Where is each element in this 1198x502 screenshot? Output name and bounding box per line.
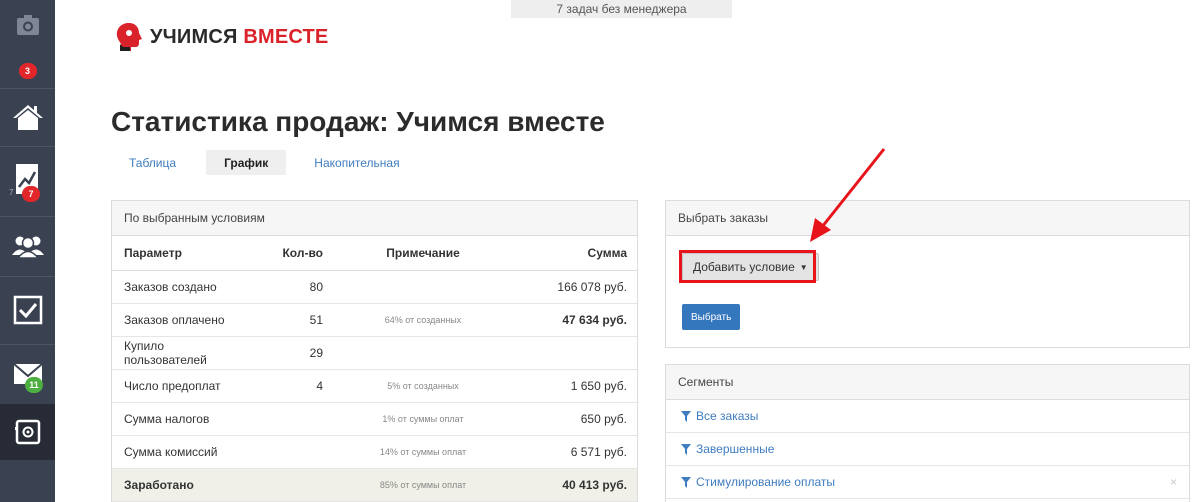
row-count: 80	[241, 270, 341, 304]
tasks-checkbox-icon	[13, 295, 42, 325]
left-sidebar: 3 7 7 11	[0, 0, 55, 502]
filter-icon	[681, 410, 691, 422]
row-count: 29	[241, 336, 341, 370]
segment-label: Стимулирование оплаты	[696, 475, 835, 489]
row-param: Купило пользователей	[112, 336, 241, 370]
logo-word-2: ВМЕСТЕ	[243, 25, 329, 48]
safe-icon	[14, 419, 40, 445]
sidebar-divider	[0, 88, 55, 89]
brand-logo[interactable]: УЧИМСЯ ВМЕСТЕ	[114, 22, 328, 52]
table-row: Сумма комиссий 14% от суммы оплат 6 571 …	[112, 435, 637, 469]
table-row: Заказов создано 80 166 078 руб.	[112, 270, 637, 304]
select-orders-heading: Выбрать заказы	[666, 201, 1189, 236]
mail-badge: 11	[25, 377, 43, 393]
row-note: 64% от созданных	[341, 303, 505, 337]
table-row: Заказов оплачено 51 64% от созданных 47 …	[112, 303, 637, 337]
tab-cumulative[interactable]: Накопительная	[296, 150, 417, 175]
table-total-row: Заработано 85% от суммы оплат 40 413 руб…	[112, 468, 637, 502]
total-param: Заработано	[112, 468, 241, 502]
caret-down-icon: ▼	[799, 262, 808, 272]
table-row: Купило пользователей 29	[112, 336, 637, 370]
row-param: Сумма налогов	[112, 402, 241, 436]
tab-chart[interactable]: График	[206, 150, 287, 175]
filter-icon	[681, 476, 691, 488]
column-header-count: Кол-во	[241, 236, 341, 271]
segment-label: Все заказы	[696, 409, 759, 423]
row-sum: 47 634 руб.	[505, 303, 637, 337]
row-sum	[505, 336, 637, 370]
close-icon[interactable]: ×	[1170, 475, 1177, 489]
camera-icon	[16, 15, 39, 35]
stats-panel-heading: По выбранным условиям	[112, 201, 637, 236]
total-count	[241, 468, 341, 502]
table-header-row: Параметр Кол-во Примечание Сумма	[112, 236, 637, 271]
segment-all-orders[interactable]: Все заказы	[666, 400, 1189, 433]
table-row: Сумма налогов 1% от суммы оплат 650 руб.	[112, 402, 637, 436]
unassigned-tasks-notice[interactable]: 7 задач без менеджера	[511, 0, 732, 18]
row-note: 5% от созданных	[341, 369, 505, 403]
select-button[interactable]: Выбрать	[682, 304, 741, 330]
row-note	[341, 270, 505, 304]
row-param: Число предоплат	[112, 369, 241, 403]
row-note: 1% от суммы оплат	[341, 402, 505, 436]
row-param: Заказов оплачено	[112, 303, 241, 337]
row-param: Заказов создано	[112, 270, 241, 304]
table-row: Число предоплат 4 5% от созданных 1 650 …	[112, 369, 637, 403]
add-condition-dropdown[interactable]: Добавить условие ▼	[682, 253, 819, 281]
sidebar-divider	[0, 146, 55, 147]
logo-text: УЧИМСЯ ВМЕСТЕ	[150, 26, 328, 49]
row-sum: 650 руб.	[505, 402, 637, 436]
select-orders-panel: Выбрать заказы Добавить условие ▼ Выбрат…	[665, 200, 1190, 348]
segment-label: Завершенные	[696, 442, 775, 456]
row-count: 4	[241, 369, 341, 403]
sidebar-item-statistics[interactable]: 7 7	[0, 150, 55, 212]
row-note	[341, 336, 505, 370]
row-count	[241, 435, 341, 469]
segments-panel: Сегменты Все заказы Завершенные Стимулир…	[665, 364, 1190, 502]
sidebar-item-finance[interactable]	[0, 404, 55, 460]
notification-badge: 3	[18, 63, 37, 79]
sidebar-item-users[interactable]	[0, 220, 55, 272]
column-header-param: Параметр	[112, 236, 241, 271]
logo-word-1: УЧИМСЯ	[150, 25, 238, 48]
sidebar-item-home[interactable]	[0, 92, 55, 142]
statistics-sub-count: 7	[9, 188, 14, 197]
column-header-note: Примечание	[341, 236, 505, 271]
stats-panel: По выбранным условиям Параметр Кол-во Пр…	[111, 200, 638, 502]
stats-table: Параметр Кол-во Примечание Сумма Заказов…	[112, 236, 637, 502]
view-tabs: Таблица График Накопительная	[111, 150, 418, 175]
row-param: Сумма комиссий	[112, 435, 241, 469]
users-icon	[11, 236, 44, 259]
tab-table[interactable]: Таблица	[111, 150, 194, 175]
sidebar-item-camera[interactable]	[0, 0, 55, 52]
row-sum: 6 571 руб.	[505, 435, 637, 469]
add-condition-label: Добавить условие	[693, 260, 795, 274]
home-icon	[12, 105, 43, 130]
row-count: 51	[241, 303, 341, 337]
row-sum: 1 650 руб.	[505, 369, 637, 403]
statistics-badge: 7	[22, 186, 40, 202]
filter-icon	[681, 443, 691, 455]
sidebar-item-mail[interactable]: 11	[0, 348, 55, 400]
row-count	[241, 402, 341, 436]
column-header-sum: Сумма	[505, 236, 637, 271]
segment-completed[interactable]: Завершенные	[666, 433, 1189, 466]
segments-heading: Сегменты	[666, 365, 1189, 400]
row-sum: 166 078 руб.	[505, 270, 637, 304]
sidebar-divider	[0, 216, 55, 217]
total-note: 85% от суммы оплат	[341, 468, 505, 502]
sidebar-item-notifications[interactable]: 3	[0, 56, 55, 86]
page-title: Статистика продаж: Учимся вместе	[111, 106, 605, 137]
logo-head-icon	[116, 23, 142, 51]
segment-payment-incentive[interactable]: Стимулирование оплаты ×	[666, 466, 1189, 499]
total-sum: 40 413 руб.	[505, 468, 637, 502]
row-note: 14% от суммы оплат	[341, 435, 505, 469]
sidebar-divider	[0, 344, 55, 345]
sidebar-item-tasks[interactable]	[0, 280, 55, 340]
sidebar-divider	[0, 276, 55, 277]
